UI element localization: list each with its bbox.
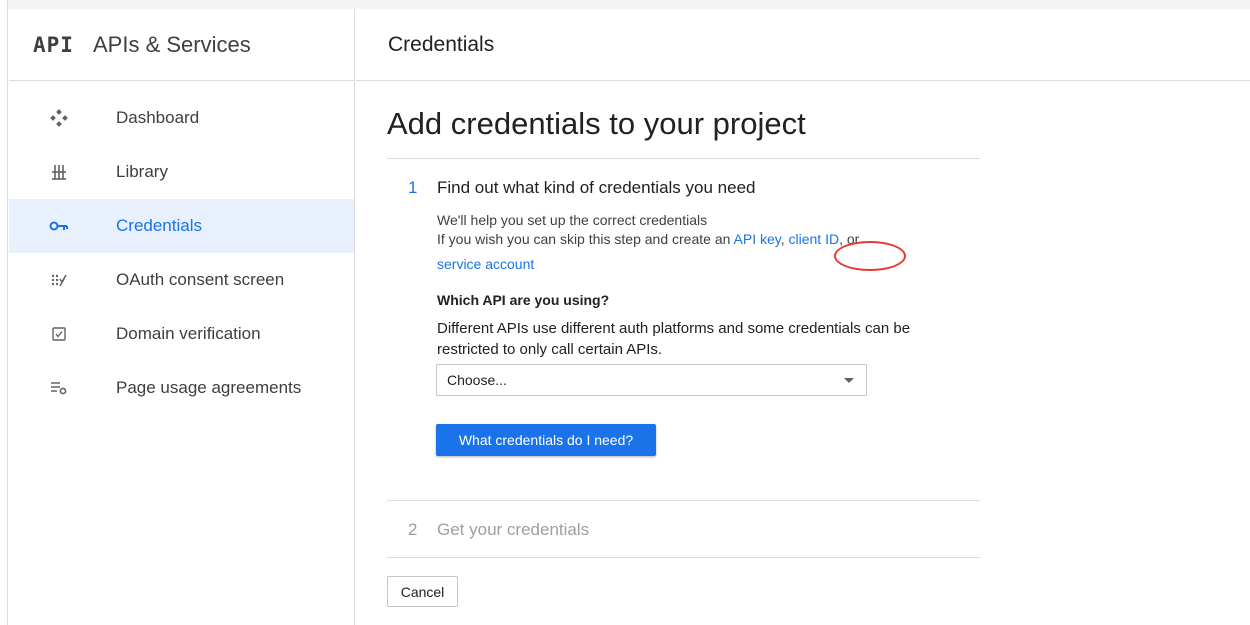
sidebar-item-library[interactable]: Library bbox=[9, 145, 354, 199]
sidebar-item-label: Credentials bbox=[116, 216, 202, 235]
help-text-line2: If you wish you can skip this step and c… bbox=[437, 230, 957, 249]
sidebar-item-domain-verification[interactable]: Domain verification bbox=[9, 307, 354, 361]
sidebar-item-oauth[interactable]: OAuth consent screen bbox=[9, 253, 354, 307]
service-account-link[interactable]: service account bbox=[437, 256, 534, 272]
settings-list-icon bbox=[49, 378, 69, 398]
checkbox-icon bbox=[49, 324, 69, 344]
sidebar-header: API APIs & Services bbox=[9, 9, 354, 81]
api-question: Which API are you using? bbox=[437, 292, 610, 308]
help-text-line1: We'll help you set up the correct creden… bbox=[437, 212, 708, 228]
divider bbox=[387, 158, 980, 159]
sidebar-title: APIs & Services bbox=[93, 31, 251, 57]
oauth-icon bbox=[49, 270, 69, 290]
or-separator: , or bbox=[839, 231, 860, 247]
api-select-value: Choose... bbox=[447, 372, 507, 388]
left-edge bbox=[0, 0, 8, 625]
sidebar-item-label: Page usage agreements bbox=[116, 378, 302, 397]
what-credentials-button[interactable]: What credentials do I need? bbox=[436, 424, 656, 456]
divider bbox=[387, 557, 980, 558]
api-description: Different APIs use different auth platfo… bbox=[437, 320, 911, 358]
sidebar-item-dashboard[interactable]: Dashboard bbox=[9, 91, 354, 145]
library-icon bbox=[49, 162, 69, 182]
key-icon bbox=[49, 216, 69, 236]
comma-separator: , bbox=[780, 231, 789, 247]
page-title: Credentials bbox=[388, 32, 495, 56]
sidebar-nav: Dashboard Library Credentials OAuth cons… bbox=[9, 91, 354, 415]
help-text-line3: service account bbox=[437, 255, 534, 274]
api-select[interactable]: Choose... bbox=[436, 364, 867, 396]
sidebar-item-credentials[interactable]: Credentials bbox=[9, 199, 354, 253]
sidebar-item-label: Domain verification bbox=[116, 324, 261, 343]
step-2-title: Get your credentials bbox=[437, 520, 590, 539]
sidebar-item-page-usage[interactable]: Page usage agreements bbox=[9, 361, 354, 415]
divider bbox=[387, 500, 980, 501]
api-key-link[interactable]: API key bbox=[734, 231, 781, 247]
sidebar: API APIs & Services Dashboard Library Cr… bbox=[9, 9, 355, 625]
step-2-number: 2 bbox=[408, 520, 418, 539]
sidebar-item-label: OAuth consent screen bbox=[116, 270, 285, 289]
cancel-button[interactable]: Cancel bbox=[387, 576, 458, 607]
sidebar-item-label: Dashboard bbox=[116, 108, 200, 127]
help-text-prefix: If you wish you can skip this step and c… bbox=[437, 231, 734, 247]
client-id-link[interactable]: client ID bbox=[789, 231, 840, 247]
sidebar-item-label: Library bbox=[116, 162, 168, 181]
dashboard-icon bbox=[49, 108, 69, 128]
api-logo: API bbox=[33, 32, 74, 57]
step-1-number: 1 bbox=[408, 178, 418, 197]
main-header: Credentials bbox=[356, 9, 1250, 81]
main-heading: Add credentials to your project bbox=[387, 106, 806, 141]
step-1-title: Find out what kind of credentials you ne… bbox=[437, 178, 756, 197]
chevron-down-icon bbox=[844, 378, 854, 383]
top-strip bbox=[0, 0, 1250, 9]
